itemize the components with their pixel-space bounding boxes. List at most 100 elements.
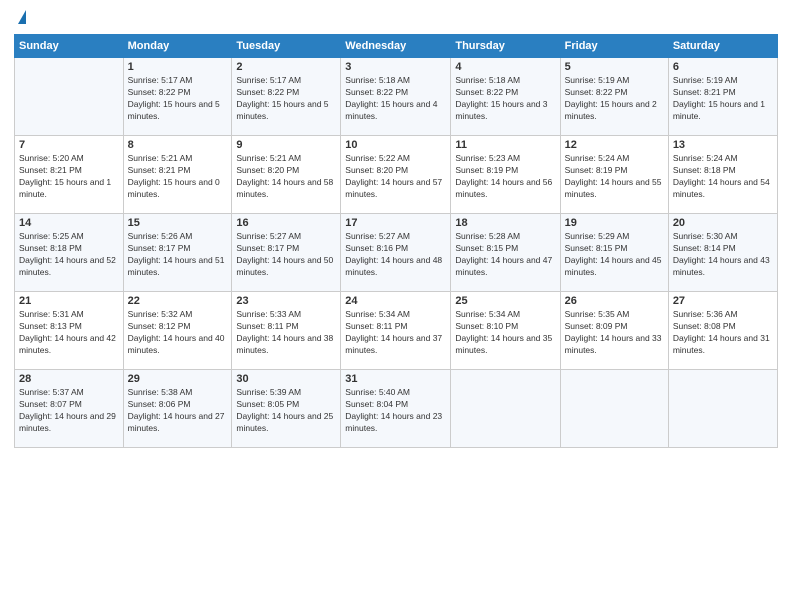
day-number: 6 — [673, 61, 773, 73]
day-info: Sunrise: 5:17 AMSunset: 8:22 PMDaylight:… — [236, 75, 336, 123]
calendar-cell — [560, 370, 668, 448]
calendar-cell — [451, 370, 560, 448]
day-number: 16 — [236, 217, 336, 229]
day-info: Sunrise: 5:34 AMSunset: 8:10 PMDaylight:… — [455, 309, 555, 357]
day-number: 30 — [236, 373, 336, 385]
weekday-header-monday: Monday — [123, 35, 232, 58]
calendar-cell: 11Sunrise: 5:23 AMSunset: 8:19 PMDayligh… — [451, 136, 560, 214]
day-number: 11 — [455, 139, 555, 151]
day-info: Sunrise: 5:35 AMSunset: 8:09 PMDaylight:… — [565, 309, 664, 357]
day-info: Sunrise: 5:17 AMSunset: 8:22 PMDaylight:… — [128, 75, 228, 123]
logo-triangle-icon — [18, 10, 26, 24]
calendar-cell: 16 Sunrise: 5:27 AMSunset: 8:17 PMDayligh… — [232, 214, 341, 292]
day-number: 26 — [565, 295, 664, 307]
day-info: Sunrise: 5:24 AMSunset: 8:19 PMDaylight:… — [565, 153, 664, 201]
day-number: 20 — [673, 217, 773, 229]
calendar-cell: 12 Sunrise: 5:24 AMSunset: 8:19 PMDayligh… — [560, 136, 668, 214]
calendar-cell: 6 Sunrise: 5:19 AMSunset: 8:21 PMDaylight… — [668, 58, 777, 136]
logo — [14, 10, 26, 26]
calendar-cell: 27 Sunrise: 5:36 AMSunset: 8:08 PMDayligh… — [668, 292, 777, 370]
day-number: 22 — [128, 295, 228, 307]
calendar-cell: 7 Sunrise: 5:20 AMSunset: 8:21 PMDaylight… — [15, 136, 124, 214]
calendar-cell: 31Sunrise: 5:40 AMSunset: 8:04 PMDayligh… — [341, 370, 451, 448]
calendar-cell: 28Sunrise: 5:37 AMSunset: 8:07 PMDayligh… — [15, 370, 124, 448]
day-number: 25 — [455, 295, 555, 307]
calendar-cell: 29 Sunrise: 5:38 AMSunset: 8:06 PMDayligh… — [123, 370, 232, 448]
day-number: 3 — [345, 61, 446, 73]
day-info: Sunrise: 5:31 AMSunset: 8:13 PMDaylight:… — [19, 309, 119, 357]
calendar-table: SundayMondayTuesdayWednesdayThursdayFrid… — [14, 34, 778, 448]
day-info: Sunrise: 5:27 AMSunset: 8:17 PMDaylight:… — [236, 231, 336, 279]
day-number: 23 — [236, 295, 336, 307]
day-number: 15 — [128, 217, 228, 229]
day-info: Sunrise: 5:33 AMSunset: 8:11 PMDaylight:… — [236, 309, 336, 357]
weekday-header-saturday: Saturday — [668, 35, 777, 58]
calendar-cell: 18Sunrise: 5:28 AMSunset: 8:15 PMDayligh… — [451, 214, 560, 292]
calendar-cell: 17Sunrise: 5:27 AMSunset: 8:16 PMDayligh… — [341, 214, 451, 292]
calendar-cell: 2 Sunrise: 5:17 AMSunset: 8:22 PMDaylight… — [232, 58, 341, 136]
calendar-week-row: 21 Sunrise: 5:31 AMSunset: 8:13 PMDayligh… — [15, 292, 778, 370]
day-number: 24 — [345, 295, 446, 307]
calendar-cell — [15, 58, 124, 136]
calendar-cell: 10 Sunrise: 5:22 AMSunset: 8:20 PMDayligh… — [341, 136, 451, 214]
day-number: 17 — [345, 217, 446, 229]
calendar-cell: 25 Sunrise: 5:34 AMSunset: 8:10 PMDayligh… — [451, 292, 560, 370]
day-number: 19 — [565, 217, 664, 229]
day-info: Sunrise: 5:18 AMSunset: 8:22 PMDaylight:… — [345, 75, 446, 123]
day-number: 1 — [128, 61, 228, 73]
calendar-cell: 1 Sunrise: 5:17 AMSunset: 8:22 PMDaylight… — [123, 58, 232, 136]
weekday-header-friday: Friday — [560, 35, 668, 58]
day-number: 5 — [565, 61, 664, 73]
calendar-cell: 30 Sunrise: 5:39 AMSunset: 8:05 PMDayligh… — [232, 370, 341, 448]
day-number: 2 — [236, 61, 336, 73]
day-info: Sunrise: 5:39 AMSunset: 8:05 PMDaylight:… — [236, 387, 336, 435]
calendar-cell: 9 Sunrise: 5:21 AMSunset: 8:20 PMDaylight… — [232, 136, 341, 214]
day-info: Sunrise: 5:22 AMSunset: 8:20 PMDaylight:… — [345, 153, 446, 201]
day-info: Sunrise: 5:24 AMSunset: 8:18 PMDaylight:… — [673, 153, 773, 201]
day-number: 4 — [455, 61, 555, 73]
day-info: Sunrise: 5:28 AMSunset: 8:15 PMDaylight:… — [455, 231, 555, 279]
day-info: Sunrise: 5:29 AMSunset: 8:15 PMDaylight:… — [565, 231, 664, 279]
day-info: Sunrise: 5:25 AMSunset: 8:18 PMDaylight:… — [19, 231, 119, 279]
calendar-week-row: 1 Sunrise: 5:17 AMSunset: 8:22 PMDaylight… — [15, 58, 778, 136]
calendar-cell: 19 Sunrise: 5:29 AMSunset: 8:15 PMDayligh… — [560, 214, 668, 292]
day-number: 21 — [19, 295, 119, 307]
calendar-cell: 20 Sunrise: 5:30 AMSunset: 8:14 PMDayligh… — [668, 214, 777, 292]
day-info: Sunrise: 5:21 AMSunset: 8:21 PMDaylight:… — [128, 153, 228, 201]
day-info: Sunrise: 5:19 AMSunset: 8:21 PMDaylight:… — [673, 75, 773, 123]
weekday-header-row: SundayMondayTuesdayWednesdayThursdayFrid… — [15, 35, 778, 58]
weekday-header-tuesday: Tuesday — [232, 35, 341, 58]
day-number: 27 — [673, 295, 773, 307]
calendar-cell — [668, 370, 777, 448]
calendar-cell: 5Sunrise: 5:19 AMSunset: 8:22 PMDaylight… — [560, 58, 668, 136]
calendar-cell: 13 Sunrise: 5:24 AMSunset: 8:18 PMDayligh… — [668, 136, 777, 214]
calendar-week-row: 7 Sunrise: 5:20 AMSunset: 8:21 PMDaylight… — [15, 136, 778, 214]
day-info: Sunrise: 5:20 AMSunset: 8:21 PMDaylight:… — [19, 153, 119, 201]
day-number: 9 — [236, 139, 336, 151]
day-number: 14 — [19, 217, 119, 229]
page-container: SundayMondayTuesdayWednesdayThursdayFrid… — [0, 0, 792, 458]
day-number: 29 — [128, 373, 228, 385]
day-info: Sunrise: 5:34 AMSunset: 8:11 PMDaylight:… — [345, 309, 446, 357]
calendar-cell: 8 Sunrise: 5:21 AMSunset: 8:21 PMDaylight… — [123, 136, 232, 214]
day-info: Sunrise: 5:26 AMSunset: 8:17 PMDaylight:… — [128, 231, 228, 279]
day-info: Sunrise: 5:38 AMSunset: 8:06 PMDaylight:… — [128, 387, 228, 435]
day-number: 8 — [128, 139, 228, 151]
day-info: Sunrise: 5:21 AMSunset: 8:20 PMDaylight:… — [236, 153, 336, 201]
day-number: 12 — [565, 139, 664, 151]
day-number: 13 — [673, 139, 773, 151]
header — [14, 10, 778, 26]
weekday-header-thursday: Thursday — [451, 35, 560, 58]
day-number: 31 — [345, 373, 446, 385]
calendar-cell: 14 Sunrise: 5:25 AMSunset: 8:18 PMDayligh… — [15, 214, 124, 292]
calendar-cell: 22Sunrise: 5:32 AMSunset: 8:12 PMDayligh… — [123, 292, 232, 370]
logo-text — [14, 10, 26, 26]
day-info: Sunrise: 5:36 AMSunset: 8:08 PMDaylight:… — [673, 309, 773, 357]
day-info: Sunrise: 5:18 AMSunset: 8:22 PMDaylight:… — [455, 75, 555, 123]
calendar-week-row: 14 Sunrise: 5:25 AMSunset: 8:18 PMDayligh… — [15, 214, 778, 292]
day-number: 28 — [19, 373, 119, 385]
calendar-cell: 26 Sunrise: 5:35 AMSunset: 8:09 PMDayligh… — [560, 292, 668, 370]
day-number: 7 — [19, 139, 119, 151]
day-info: Sunrise: 5:30 AMSunset: 8:14 PMDaylight:… — [673, 231, 773, 279]
day-number: 10 — [345, 139, 446, 151]
